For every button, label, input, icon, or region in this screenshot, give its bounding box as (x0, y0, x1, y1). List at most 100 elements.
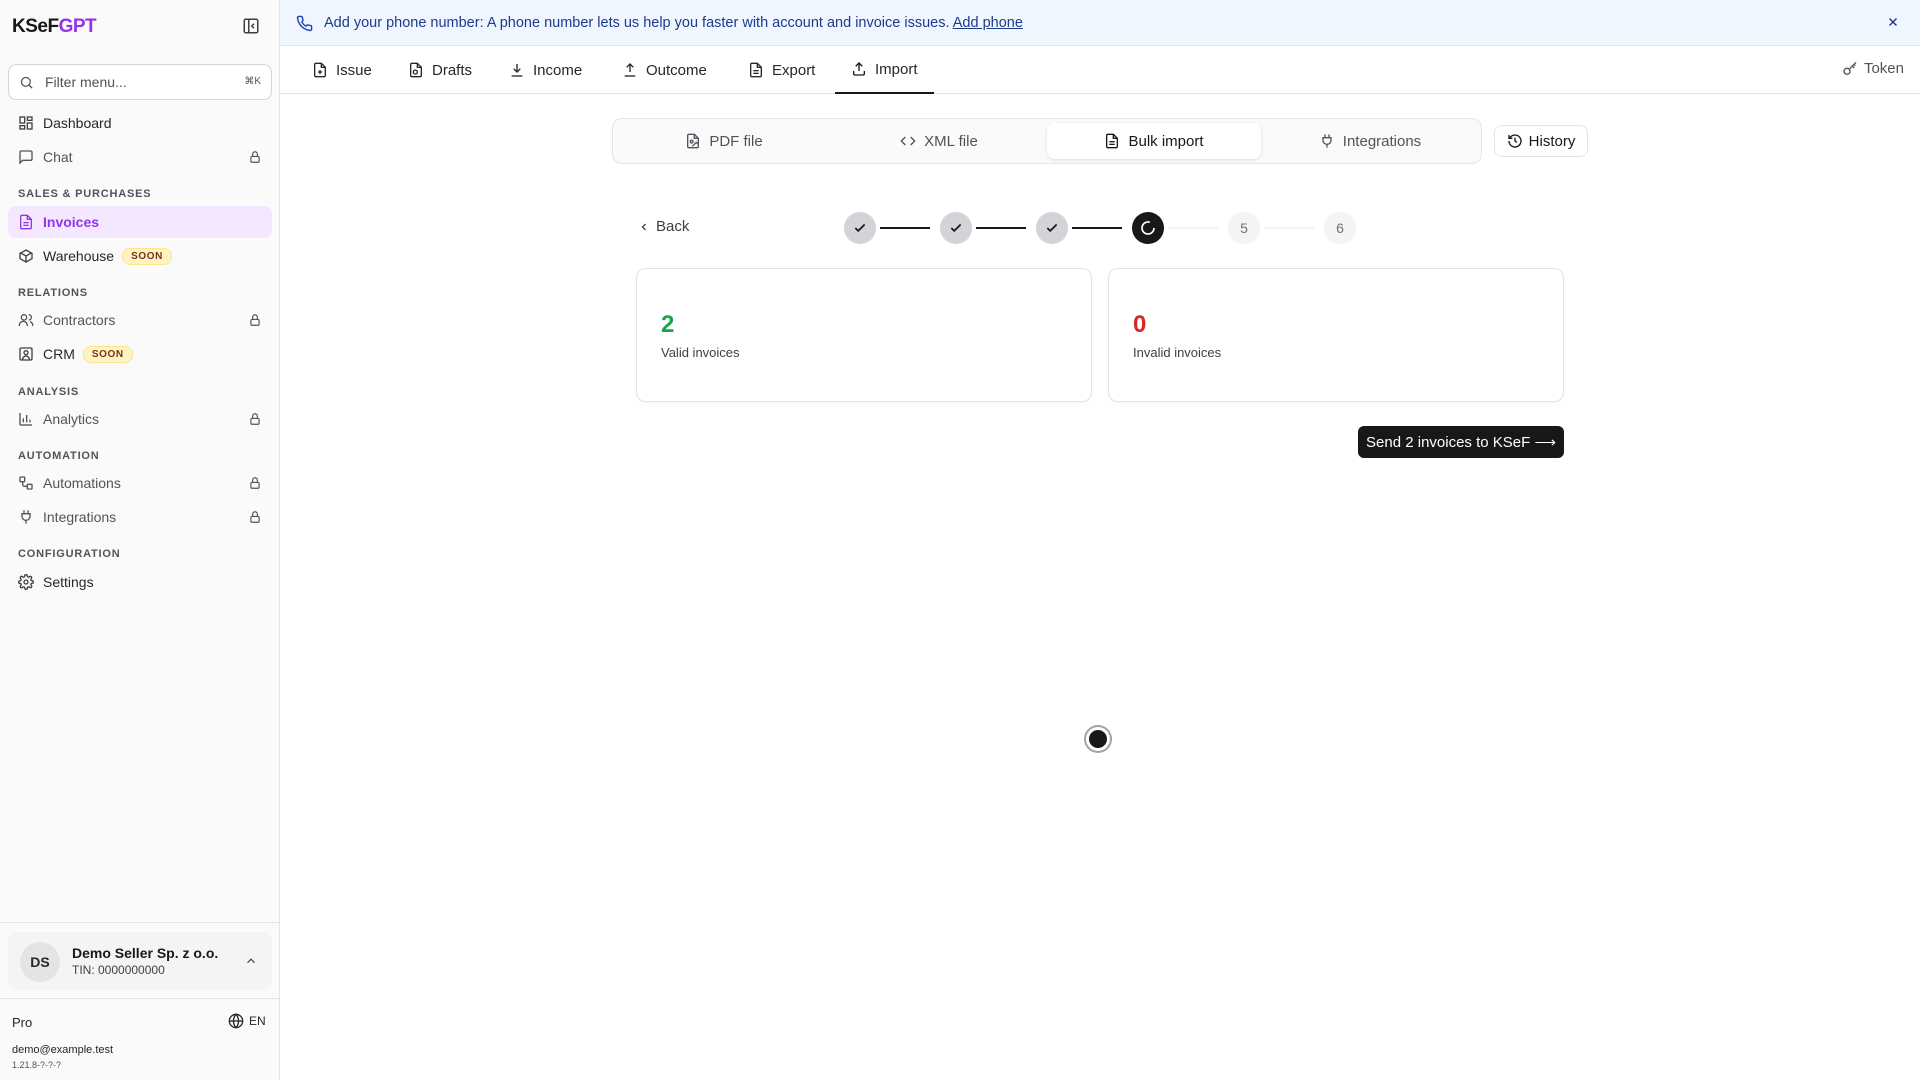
download-icon (509, 62, 525, 78)
soon-badge: SOON (82, 345, 133, 363)
tab-import[interactable]: Import (835, 46, 934, 94)
workflow-icon (18, 475, 34, 491)
filter-shortcut: ⌘K (244, 76, 261, 87)
sidebar-item-label: Contractors (43, 312, 116, 328)
sidebar-item-warehouse[interactable]: Warehouse SOON (8, 240, 272, 272)
section-sales: SALES & PURCHASES (18, 188, 152, 200)
history-icon (1507, 133, 1523, 149)
file-text-icon (1104, 133, 1120, 149)
tab-label: Import (875, 60, 918, 78)
globe-icon (228, 1013, 244, 1029)
subtab-integrations[interactable]: Integrations (1263, 123, 1477, 159)
sidebar-item-label: Analytics (43, 411, 100, 427)
sidebar-item-analytics[interactable]: Analytics (8, 403, 272, 435)
mouse-cursor (1086, 727, 1110, 751)
file-plus-icon (312, 62, 328, 78)
phone-banner: Add your phone number: A phone number le… (280, 0, 1920, 46)
subtab-pdf[interactable]: PDF file (617, 123, 831, 159)
step-connector (1168, 227, 1218, 229)
send-invoices-button[interactable]: Send 2 invoices to KSeF ⟶ (1358, 426, 1564, 458)
sidebar-item-label: CRM (43, 346, 75, 362)
plug-icon (18, 509, 34, 525)
sidebar-item-dashboard[interactable]: Dashboard (8, 107, 272, 139)
chevron-up-icon (244, 954, 258, 968)
valid-invoices-card: 2 Valid invoices (636, 268, 1092, 402)
sidebar-item-label: Settings (43, 574, 94, 590)
close-icon[interactable] (1886, 15, 1900, 29)
tab-income[interactable]: Income (509, 46, 582, 94)
token-button[interactable]: Token (1842, 60, 1904, 77)
valid-invoices-count: 2 (661, 311, 675, 338)
invalid-invoices-label: Invalid invoices (1133, 345, 1222, 360)
upload-icon (622, 62, 638, 78)
subtab-label: PDF file (709, 132, 763, 150)
draft-icon (408, 62, 424, 78)
subtab-label: XML file (924, 132, 978, 150)
step-6: 6 (1324, 212, 1356, 244)
phone-icon (296, 15, 313, 32)
account-switcher[interactable]: DS Demo Seller Sp. z o.o. TIN: 000000000… (8, 932, 272, 990)
search-icon (19, 75, 34, 90)
step-2-complete (940, 212, 972, 244)
step-1-complete (844, 212, 876, 244)
step-4-current (1132, 212, 1164, 244)
history-button[interactable]: History (1494, 125, 1588, 157)
tab-outcome[interactable]: Outcome (622, 46, 707, 94)
subtab-xml[interactable]: XML file (832, 123, 1046, 159)
sidebar: KSeFGPT Filter menu... ⌘K Dashboard Chat… (0, 0, 280, 1080)
box-icon (18, 248, 34, 264)
account-tin: TIN: 0000000000 (72, 963, 165, 977)
users-icon (18, 312, 34, 328)
sidebar-item-contractors[interactable]: Contractors (8, 304, 272, 336)
section-automation: AUTOMATION (18, 450, 100, 462)
key-icon (1842, 61, 1858, 77)
avatar: DS (20, 942, 60, 982)
import-method-tabs: PDF file XML file Bulk import Integratio… (612, 118, 1482, 164)
section-configuration: CONFIGURATION (18, 548, 121, 560)
sidebar-item-invoices[interactable]: Invoices (8, 206, 272, 238)
divider (0, 922, 280, 923)
import-icon (851, 61, 867, 77)
soon-badge: SOON (122, 247, 172, 265)
account-name: Demo Seller Sp. z o.o. (72, 945, 219, 961)
tab-issue[interactable]: Issue (312, 46, 372, 94)
add-phone-link[interactable]: Add phone (953, 15, 1023, 31)
sidebar-item-label: Chat (43, 149, 73, 165)
invalid-invoices-count: 0 (1133, 311, 1147, 338)
tab-drafts[interactable]: Drafts (408, 46, 472, 94)
sidebar-item-integrations[interactable]: Integrations (8, 501, 272, 533)
sidebar-item-label: Automations (43, 475, 121, 491)
sidebar-item-chat[interactable]: Chat (8, 141, 272, 173)
sidebar-item-crm[interactable]: CRM SOON (8, 338, 272, 370)
section-analysis: ANALYSIS (18, 386, 80, 398)
subtab-bulk-import[interactable]: Bulk import (1047, 123, 1261, 159)
sidebar-item-settings[interactable]: Settings (8, 566, 272, 598)
banner-message: Add your phone number: A phone number le… (324, 15, 950, 31)
divider (0, 998, 280, 999)
contact-icon (18, 346, 34, 362)
invalid-invoices-card: 0 Invalid invoices (1108, 268, 1564, 402)
step-connector (1264, 227, 1314, 229)
filter-menu-input[interactable]: Filter menu... ⌘K (8, 64, 272, 100)
sidebar-item-label: Integrations (43, 509, 117, 525)
check-icon (853, 221, 867, 235)
token-label: Token (1863, 60, 1904, 77)
brand-suffix: GPT (58, 16, 97, 37)
filter-placeholder: Filter menu... (45, 74, 127, 90)
sidebar-toggle-icon[interactable] (242, 17, 262, 37)
lock-icon (248, 476, 262, 490)
sidebar-item-automations[interactable]: Automations (8, 467, 272, 499)
language-label: EN (249, 1014, 266, 1028)
invoice-icon (18, 214, 34, 230)
lock-icon (248, 150, 262, 164)
main-tabs: Issue Drafts Income Outcome Export Impor… (280, 46, 1920, 94)
step-connector (1072, 227, 1122, 229)
check-icon (949, 221, 963, 235)
brand-logo[interactable]: KSeFGPT (12, 16, 97, 38)
language-switcher[interactable]: EN (228, 1013, 266, 1029)
step-connector (880, 227, 930, 229)
tab-export[interactable]: Export (748, 46, 815, 94)
sidebar-item-label: Invoices (43, 214, 100, 230)
subtab-label: Integrations (1342, 132, 1422, 150)
back-button[interactable]: Back (638, 218, 689, 235)
